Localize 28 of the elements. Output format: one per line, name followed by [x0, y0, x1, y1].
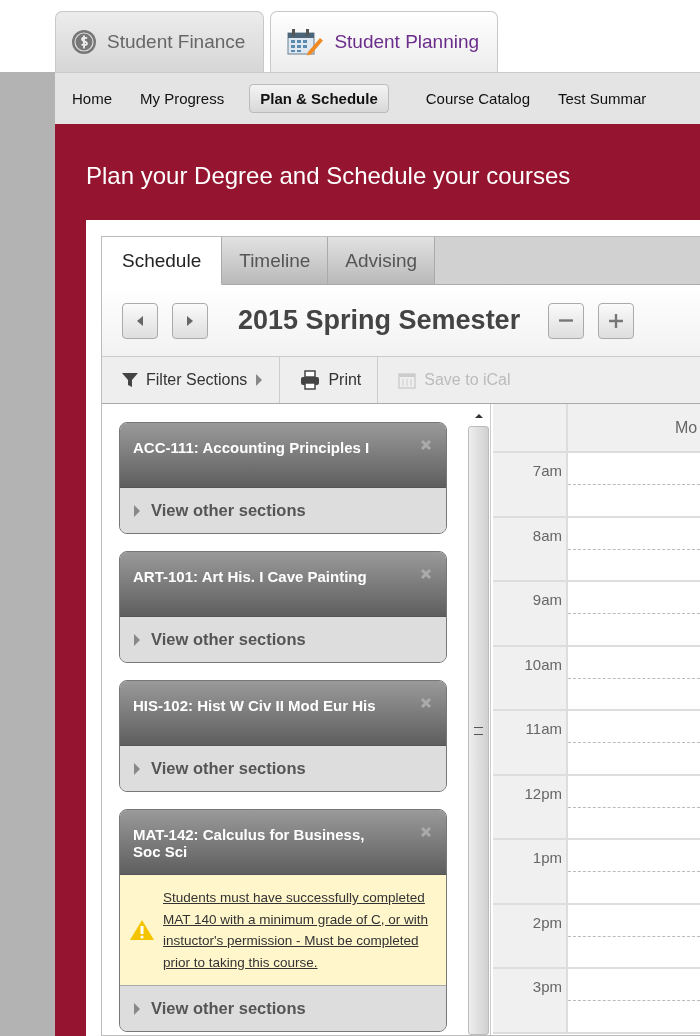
warning-link[interactable]: Students must have successfully completed MAT 140 with a minimum grade of C, or with instuctor's permission - Must be completed prior to taking this course. — [163, 887, 435, 973]
schedule-tab[interactable]: Timeline — [222, 237, 329, 285]
course-title: MAT-142: Calculus for Business, Soc Sci — [133, 826, 366, 860]
app-tab[interactable]: Student Finance — [55, 11, 265, 72]
time-label: 7am — [532, 461, 562, 479]
time-label: 1pm — [532, 848, 562, 866]
time-label: 10am — [524, 654, 562, 673]
course-title: ACC-111: Accounting Principles I — [133, 439, 370, 456]
time-label: 8am — [532, 525, 562, 544]
nav-link[interactable]: Plan & Schedule — [249, 84, 389, 113]
time-label: 2pm — [532, 912, 562, 931]
time-label: 12pm — [524, 783, 562, 802]
nav-link[interactable]: Test Summar — [547, 84, 658, 113]
term-title: 2015 Spring Semester — [238, 305, 521, 336]
nav-link[interactable]: Course Catalog — [414, 84, 541, 113]
day-header: Mo — [674, 418, 699, 437]
time-label: 9am — [532, 590, 562, 608]
app-tab[interactable]: Student Planning — [270, 11, 499, 72]
toolbar-button[interactable]: Filter Sections — [102, 357, 281, 403]
page-heading: Plan your Degree and Schedule your courses — [86, 162, 572, 191]
nav-link[interactable]: My Progress — [129, 84, 236, 113]
time-label: 11am — [525, 719, 562, 737]
nav-link[interactable]: Home — [61, 84, 123, 113]
time-label: 3pm — [532, 977, 562, 995]
schedule-tab[interactable]: Advising — [328, 237, 436, 285]
toolbar-button[interactable]: Print — [280, 357, 379, 403]
course-title: ART-101: Art His. I Cave Painting — [133, 568, 367, 585]
course-title: HIS-102: Hist W Civ II Mod Eur His — [133, 697, 376, 714]
